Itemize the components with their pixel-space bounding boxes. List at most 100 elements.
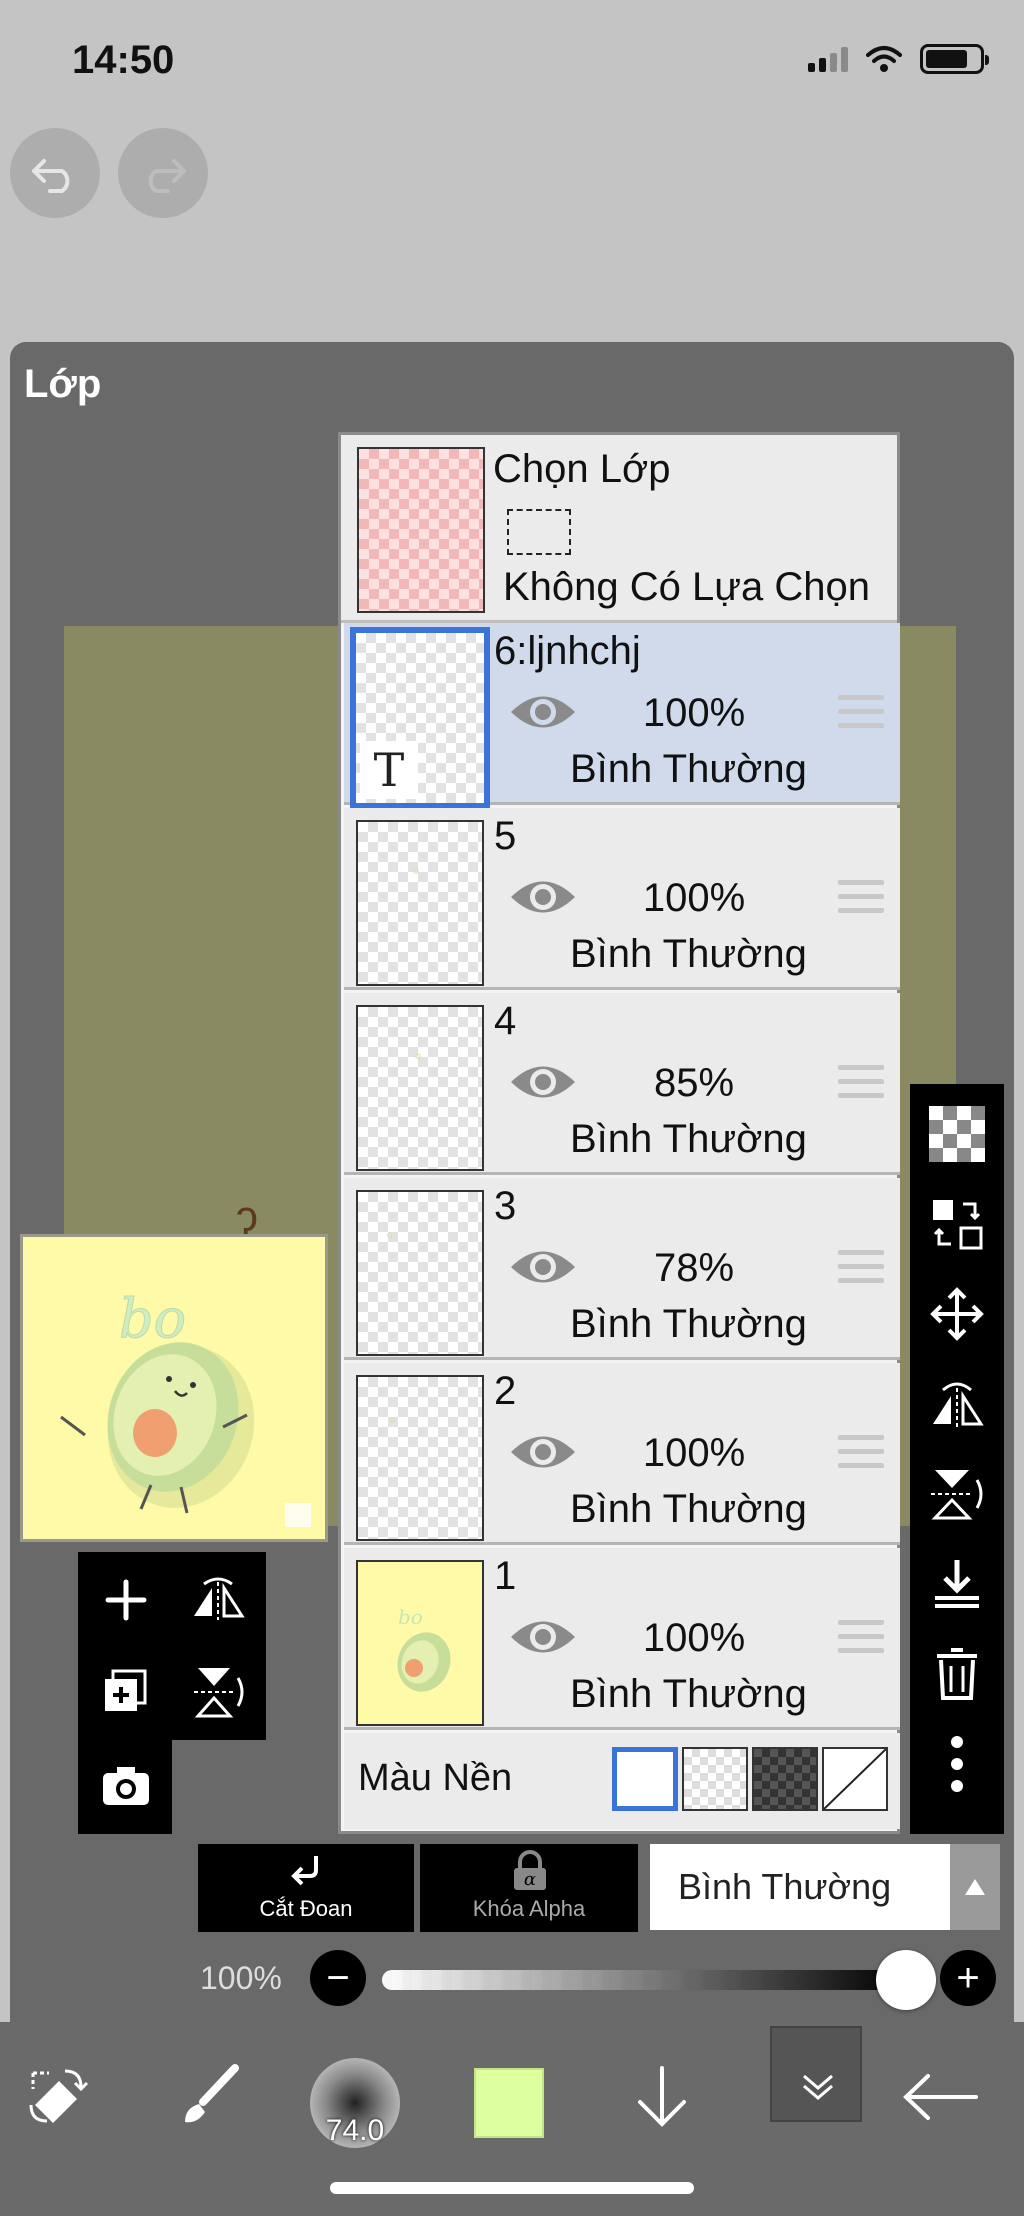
plus-icon: + <box>956 1955 980 2000</box>
flip-horizontal-icon <box>194 1577 245 1620</box>
eye-icon[interactable] <box>508 1429 578 1475</box>
flip-layer-vertical-button[interactable] <box>910 1454 1004 1534</box>
layer-thumbnail: T <box>350 627 490 809</box>
flip-vertical-icon <box>194 1668 244 1718</box>
background-checker-option[interactable] <box>682 1747 748 1811</box>
eye-icon[interactable] <box>508 874 578 920</box>
svg-text:bo: bo <box>119 1287 186 1350</box>
drag-handle-icon[interactable] <box>838 695 884 737</box>
alpha-lock-label: Khóa Alpha <box>472 1896 586 1921</box>
layer-row-2[interactable]: ◦ 2 100% Bình Thường <box>344 1363 900 1545</box>
layer-thumbnail: ◦ <box>356 820 484 986</box>
camera-button[interactable] <box>80 1740 172 1832</box>
opacity-increase-button[interactable]: + <box>940 1950 996 2006</box>
svg-text:α: α <box>524 1869 536 1890</box>
brush-tool-button[interactable] <box>160 2032 260 2162</box>
color-picker-button[interactable] <box>474 2068 544 2138</box>
layer-name: 1 <box>494 1554 517 1598</box>
duplicate-icon <box>105 1669 147 1711</box>
opacity-slider-thumb[interactable] <box>876 1950 936 2010</box>
layer-row-6[interactable]: T 6:ljnhchj 100% Bình Thường <box>344 623 900 809</box>
battery-icon <box>920 44 989 74</box>
layer-row-4[interactable]: ◦ 4 85% Bình Thường <box>344 993 900 1175</box>
text-layer-icon: T <box>360 741 418 799</box>
clipping-button[interactable]: Cắt Đoan <box>198 1844 414 1932</box>
transform-icon <box>29 2069 89 2123</box>
layer-actions-toolbar <box>910 1084 1004 1834</box>
eye-icon[interactable] <box>508 1614 578 1660</box>
drag-handle-icon[interactable] <box>838 1620 884 1662</box>
status-bar: 14:50 <box>0 0 1024 120</box>
layer-name: 4 <box>494 999 517 1043</box>
layers-panel-button[interactable] <box>770 2026 862 2122</box>
layer-opacity: 100% <box>642 876 746 920</box>
layer-thumbnail: ◦ <box>356 1375 484 1541</box>
back-button[interactable] <box>880 2032 1000 2162</box>
drag-handle-icon[interactable] <box>838 1435 884 1477</box>
svg-text:bo: bo <box>398 1605 423 1629</box>
swap-layer-button[interactable] <box>910 1184 1004 1264</box>
transform-tool-button[interactable] <box>10 2032 110 2162</box>
panel-title: Lớp <box>24 362 102 406</box>
layer-blend-mode: Bình Thường <box>570 1487 807 1531</box>
layer-row-5[interactable]: ◦ 5 100% Bình Thường <box>344 808 900 990</box>
avocado-thumbnail: bo <box>397 1605 451 1692</box>
download-button[interactable] <box>612 2032 712 2162</box>
swap-icon <box>933 1200 983 1250</box>
layer-thumbnail: ◦ <box>356 1005 484 1171</box>
eye-icon[interactable] <box>508 1059 578 1105</box>
selection-layer-row[interactable]: Chọn Lớp Không Có Lựa Chọn <box>341 435 897 623</box>
status-icons <box>808 44 989 74</box>
layer-name: 3 <box>494 1184 517 1228</box>
minus-icon: − <box>326 1955 350 2000</box>
alpha-lock-button[interactable]: α Khóa Alpha <box>420 1844 638 1932</box>
avocado-illustration: bo <box>60 1287 311 1527</box>
delete-layer-button[interactable] <box>910 1634 1004 1714</box>
undo-button[interactable] <box>10 128 100 218</box>
more-options-button[interactable] <box>910 1724 1004 1804</box>
redo-button[interactable] <box>118 128 208 218</box>
duplicate-layer-button[interactable] <box>80 1646 172 1738</box>
drag-handle-icon[interactable] <box>838 1250 884 1292</box>
add-layer-button[interactable] <box>80 1554 172 1646</box>
drag-handle-icon[interactable] <box>838 1065 884 1107</box>
opacity-slider-track[interactable] <box>382 1970 902 1990</box>
flip-horizontal-button[interactable] <box>172 1554 264 1646</box>
move-layer-button[interactable] <box>910 1274 1004 1354</box>
layer-opacity: 100% <box>642 691 746 735</box>
drag-handle-icon[interactable] <box>838 880 884 922</box>
layers-list: Chọn Lớp Không Có Lựa Chọn T 6:ljnhchj 1… <box>338 432 900 1834</box>
blend-mode-arrow-button[interactable] <box>950 1844 1000 1930</box>
layer-blend-mode: Bình Thường <box>570 747 807 791</box>
layer-row-1[interactable]: bo 1 100% Bình Thường <box>344 1548 900 1730</box>
merge-down-button[interactable] <box>910 1544 1004 1624</box>
flip-layer-horizontal-button[interactable] <box>910 1364 1004 1444</box>
opacity-control: 100% − + <box>0 1950 1024 2010</box>
trash-icon <box>937 1648 977 1700</box>
checker-icon <box>929 1106 985 1162</box>
layer-name: 6:ljnhchj <box>494 629 641 673</box>
layer-opacity: 78% <box>653 1246 735 1290</box>
flip-vertical-button[interactable] <box>172 1646 264 1738</box>
blend-mode-select[interactable]: Bình Thường <box>650 1844 950 1930</box>
background-none-option[interactable] <box>822 1747 888 1811</box>
background-dark-checker-option[interactable] <box>752 1747 818 1811</box>
layer-thumbnail: ◦ <box>356 1190 484 1356</box>
layer-row-3[interactable]: ◦ 3 78% Bình Thường <box>344 1178 900 1360</box>
transparency-button[interactable] <box>910 1094 1004 1174</box>
more-icon <box>951 1736 963 1792</box>
eye-icon[interactable] <box>508 689 578 735</box>
redo-icon <box>148 159 186 193</box>
chevron-down-icon <box>803 2074 833 2100</box>
layer-blend-mode: Bình Thường <box>570 1672 807 1716</box>
move-icon <box>930 1287 984 1341</box>
selection-marquee-icon <box>507 509 571 555</box>
opacity-value: 100% <box>200 1960 282 1996</box>
triangle-up-icon <box>965 1879 985 1895</box>
status-time: 14:50 <box>72 38 175 82</box>
background-white-option[interactable] <box>612 1747 678 1811</box>
eye-icon[interactable] <box>508 1244 578 1290</box>
merge-down-icon <box>935 1560 979 1608</box>
opacity-decrease-button[interactable]: − <box>310 1950 366 2006</box>
brush-icon <box>185 2064 239 2123</box>
